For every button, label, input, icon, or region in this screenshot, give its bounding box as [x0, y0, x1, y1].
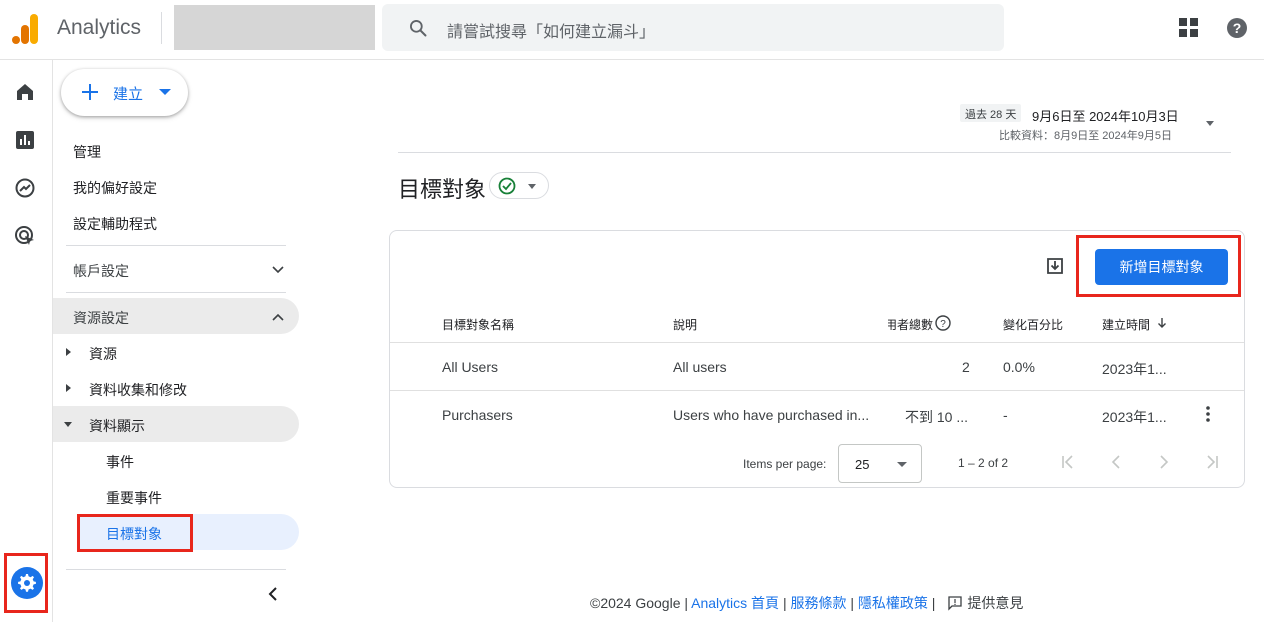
nav-item-preferences[interactable]: 我的偏好設定: [73, 178, 157, 198]
reports-icon[interactable]: [14, 129, 36, 151]
date-range[interactable]: 9月6日至 2024年10月3日: [1032, 106, 1179, 125]
cell-description: All users: [673, 359, 727, 375]
cell-created: 2023年1...: [1102, 409, 1167, 425]
cell-users: 2: [962, 359, 970, 375]
header-divider: [398, 152, 1231, 153]
nav-divider: [66, 569, 286, 570]
cell-name[interactable]: Purchasers: [442, 407, 513, 423]
search-placeholder: 請嘗試搜尋「如何建立漏斗」: [447, 24, 656, 41]
svg-text:?: ?: [1233, 20, 1242, 36]
admin-nav-panel: 建立 管理 我的偏好設定 設定輔助程式 帳戶設定 資源設定 資源 資料收集和修改…: [53, 60, 310, 622]
nav-item-data-collection[interactable]: 資料收集和修改: [89, 380, 187, 400]
help-circle-icon[interactable]: ?: [935, 315, 951, 331]
gear-icon: [18, 574, 36, 592]
nav-divider: [66, 245, 286, 246]
footer-terms-link[interactable]: 服務條款: [790, 595, 846, 611]
expand-arrow-icon[interactable]: [66, 348, 71, 356]
property-settings-label: 資源設定: [73, 310, 129, 326]
row-divider: [390, 342, 1244, 343]
date-range-tag: 過去 28 天: [960, 104, 1022, 122]
audiences-highlight-box: [77, 514, 193, 552]
app-brand: Analytics: [57, 16, 142, 39]
check-circle-icon: [498, 177, 516, 195]
account-selector[interactable]: [174, 5, 375, 50]
footer-feedback-link[interactable]: 提供意見: [967, 595, 1023, 611]
advertising-icon[interactable]: [14, 225, 36, 247]
footer-separator: |: [927, 595, 940, 611]
status-chip[interactable]: [489, 172, 549, 199]
page-range: 1 – 2 of 2: [958, 456, 1009, 470]
home-icon[interactable]: [14, 81, 36, 103]
footer-privacy-link[interactable]: 隱私權政策: [858, 595, 928, 611]
footer-separator: |: [779, 595, 791, 611]
cell-change: -: [1003, 407, 1008, 423]
admin-highlight-box: [4, 553, 48, 613]
new-audience-button[interactable]: 新增目標對象: [1095, 249, 1228, 285]
col-header-description[interactable]: 說明: [673, 316, 697, 333]
expand-arrow-icon[interactable]: [66, 384, 71, 392]
more-vert-icon[interactable]: [1199, 405, 1217, 423]
analytics-logo-icon[interactable]: [12, 14, 40, 44]
account-settings-section[interactable]: 帳戶設定: [53, 251, 299, 287]
nav-item-property[interactable]: 資源: [89, 344, 117, 364]
col-header-created[interactable]: 建立時間: [1102, 316, 1150, 333]
nav-item-events[interactable]: 事件: [106, 452, 134, 472]
items-per-page-value: 25: [855, 457, 870, 472]
cell-name[interactable]: All Users: [442, 359, 498, 375]
help-icon[interactable]: ?: [1226, 17, 1248, 39]
prev-page-icon[interactable]: [1107, 453, 1125, 471]
next-page-icon[interactable]: [1155, 453, 1173, 471]
chevron-down-icon: [897, 462, 907, 467]
first-page-icon[interactable]: [1059, 453, 1077, 471]
nav-item-key-events[interactable]: 重要事件: [106, 488, 162, 508]
svg-text:?: ?: [940, 319, 946, 330]
brand-divider: [161, 12, 162, 44]
download-icon[interactable]: [1045, 256, 1065, 276]
cell-description: Users who have purchased in...: [673, 407, 870, 423]
left-rail: [0, 60, 53, 622]
chevron-down-icon: [528, 184, 536, 189]
collapse-arrow-icon[interactable]: [64, 422, 72, 427]
search-icon: [410, 20, 427, 37]
chevron-down-icon[interactable]: [1206, 121, 1214, 126]
property-settings-section[interactable]: 資源設定: [53, 298, 299, 334]
chevron-up-icon: [272, 313, 284, 321]
last-page-icon[interactable]: [1203, 453, 1221, 471]
account-settings-label: 帳戶設定: [73, 263, 129, 279]
items-per-page-label: Items per page:: [743, 457, 827, 471]
row-divider: [390, 390, 1244, 391]
page-title: 目標對象: [398, 177, 487, 202]
apps-grid-icon[interactable]: [1179, 18, 1199, 38]
cell-change: 0.0%: [1003, 359, 1035, 375]
nav-divider: [66, 292, 286, 293]
create-label: 建立: [113, 86, 144, 103]
col-header-change[interactable]: 變化百分比: [1003, 316, 1063, 333]
items-per-page-select[interactable]: 25: [838, 444, 922, 483]
footer-separator: |: [846, 595, 858, 611]
nav-item-setup-assistant[interactable]: 設定輔助程式: [73, 214, 157, 234]
chevron-down-icon: [272, 266, 284, 274]
date-compare: 比較資料：8月9日至 2024年9月5日: [999, 130, 1172, 142]
nav-item-admin[interactable]: 管理: [73, 142, 101, 162]
footer: ©2024 Google | Analytics 首頁 | 服務條款 | 隱私權…: [590, 593, 1023, 613]
feedback-icon[interactable]: [947, 595, 963, 611]
footer-home-link[interactable]: Analytics 首頁: [691, 595, 779, 611]
plus-icon: [82, 84, 98, 100]
cell-created: 2023年1...: [1102, 361, 1167, 377]
admin-button[interactable]: [11, 567, 43, 599]
collapse-panel-icon[interactable]: [265, 586, 281, 602]
footer-copyright: ©2024 Google |: [590, 595, 692, 611]
explore-icon[interactable]: [14, 177, 36, 199]
col-header-users[interactable]: 用者總數: [888, 316, 933, 333]
cell-users: 不到 10 ...: [905, 409, 969, 425]
chevron-down-icon: [159, 89, 171, 95]
create-button[interactable]: 建立: [61, 69, 188, 116]
nav-item-data-display[interactable]: 資料顯示: [89, 416, 145, 436]
col-header-name[interactable]: 目標對象名稱: [442, 316, 514, 333]
arrow-down-icon[interactable]: [1156, 317, 1168, 329]
search-bar[interactable]: 請嘗試搜尋「如何建立漏斗」: [382, 4, 1004, 51]
top-bar: Analytics 請嘗試搜尋「如何建立漏斗」 ?: [0, 0, 1264, 60]
